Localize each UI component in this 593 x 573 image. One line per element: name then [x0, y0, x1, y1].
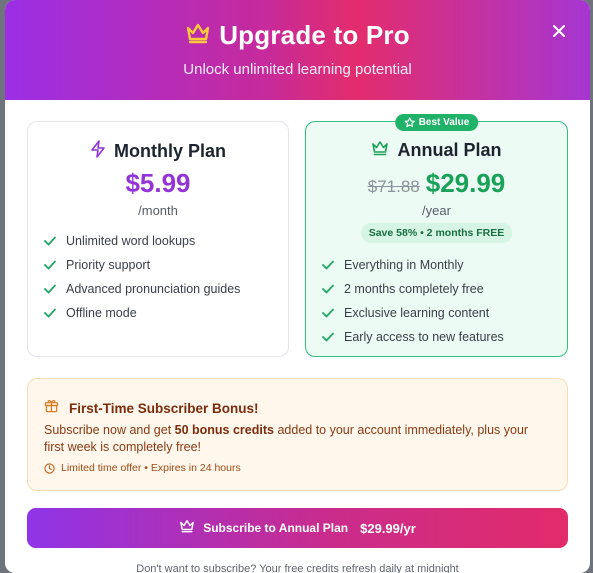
check-icon	[322, 284, 334, 294]
feature-label: Early access to new features	[344, 330, 504, 344]
clock-icon	[44, 462, 55, 474]
feature-label: Unlimited word lookups	[66, 234, 196, 248]
monthly-plan-card[interactable]: Monthly Plan $5.99 /month Unlimited word…	[27, 121, 289, 357]
upgrade-modal: Upgrade to Pro Unlock unlimited learning…	[5, 0, 590, 573]
feature-label: Exclusive learning content	[344, 306, 490, 320]
best-value-label: Best Value	[418, 117, 470, 128]
gift-icon	[44, 398, 59, 418]
annual-price: $29.99	[425, 168, 506, 198]
bonus-title: First-Time Subscriber Bonus!	[69, 400, 259, 416]
bonus-timer-row: Limited time offer • Expires in 24 hours	[44, 462, 241, 474]
monthly-features: Unlimited word lookups Priority support …	[44, 229, 278, 325]
subscribe-button-label: Subscribe to Annual Plan	[203, 521, 349, 535]
monthly-price-row: $5.99	[28, 168, 288, 199]
crown-icon	[179, 519, 195, 538]
modal-header: Upgrade to Pro Unlock unlimited learning…	[5, 0, 590, 100]
monthly-price: $5.99	[125, 168, 191, 198]
bonus-credits-highlight: 50 bonus credits	[174, 423, 274, 437]
annual-plan-title: Annual Plan	[397, 140, 502, 160]
feature-item: Exclusive learning content	[322, 301, 557, 325]
bonus-text-start: Subscribe now and get	[44, 423, 175, 437]
best-value-badge: Best Value	[394, 114, 479, 131]
feature-item: Everything in Monthly	[322, 253, 557, 277]
subscribe-annual-button[interactable]: Subscribe to Annual Plan $29.99/yr	[27, 508, 568, 548]
crown-icon	[371, 140, 389, 161]
savings-pill: Save 58% • 2 months FREE	[360, 223, 513, 243]
feature-item: Offline mode	[44, 301, 278, 325]
crown-icon	[185, 22, 211, 49]
feature-label: Everything in Monthly	[344, 258, 464, 272]
feature-item: 2 months completely free	[322, 277, 557, 301]
subscribe-button-price: $29.99/yr	[360, 520, 416, 536]
annual-old-price: $71.88	[367, 177, 420, 196]
annual-features: Everything in Monthly 2 months completel…	[322, 253, 557, 349]
modal-title: Upgrade to Pro	[219, 20, 410, 50]
annual-title-row: Annual Plan	[306, 140, 567, 161]
check-icon	[322, 308, 334, 318]
feature-item: Advanced pronunciation guides	[44, 277, 278, 301]
feature-item: Unlimited word lookups	[44, 229, 278, 253]
footer-note: Don't want to subscribe? Your free credi…	[136, 563, 459, 573]
check-icon	[322, 332, 334, 342]
bonus-title-row: First-Time Subscriber Bonus!	[44, 398, 259, 418]
feature-label: Offline mode	[66, 306, 137, 320]
bonus-description: Subscribe now and get 50 bonus credits a…	[44, 422, 549, 456]
bonus-panel: First-Time Subscriber Bonus! Subscribe n…	[27, 378, 568, 491]
close-button[interactable]	[550, 22, 568, 40]
monthly-plan-title: Monthly Plan	[114, 141, 226, 161]
check-icon	[44, 260, 56, 270]
annual-plan-card[interactable]: Best Value Annual Plan $71.88 $29.99 /ye…	[305, 114, 568, 357]
bonus-timer-text: Limited time offer • Expires in 24 hours	[61, 462, 241, 474]
feature-label: 2 months completely free	[344, 282, 484, 296]
feature-item: Priority support	[44, 253, 278, 277]
annual-period: /year	[422, 203, 451, 218]
check-icon	[44, 236, 56, 246]
monthly-title-row: Monthly Plan	[28, 140, 288, 163]
feature-label: Advanced pronunciation guides	[66, 282, 241, 296]
monthly-period: /month	[138, 203, 178, 218]
check-icon	[322, 260, 334, 270]
annual-price-row: $71.88 $29.99	[306, 168, 567, 199]
feature-label: Priority support	[66, 258, 151, 272]
close-icon	[553, 25, 565, 37]
feature-item: Early access to new features	[322, 325, 557, 349]
modal-subtitle: Unlock unlimited learning potential	[183, 61, 412, 78]
header-title-row: Upgrade to Pro	[5, 20, 590, 51]
star-icon	[404, 117, 415, 128]
check-icon	[44, 284, 56, 294]
lightning-icon	[90, 140, 106, 163]
check-icon	[44, 308, 56, 318]
